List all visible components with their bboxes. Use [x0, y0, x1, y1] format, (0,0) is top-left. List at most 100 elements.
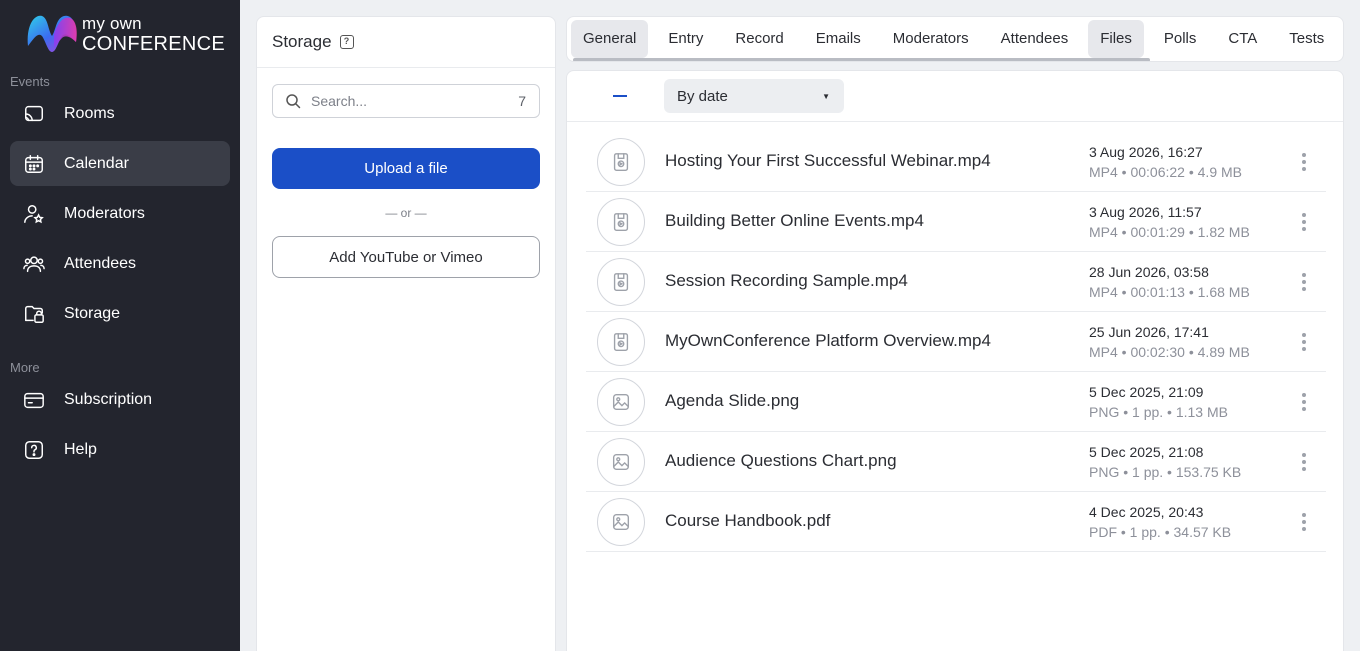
sidebar-item-label: Help — [64, 440, 97, 458]
file-row[interactable]: Agenda Slide.png 5 Dec 2025, 21:09 PNG • 1… — [586, 372, 1326, 432]
sidebar-item-label: Attendees — [64, 254, 137, 272]
file-date: 28 Jun 2026, 03:58 — [1089, 264, 1209, 280]
image-file-icon — [597, 378, 645, 426]
sidebar-item-subscription[interactable]: Subscription — [10, 377, 230, 422]
brand-line1: my own — [82, 14, 142, 33]
file-row[interactable]: Hosting Your First Successful Webinar.mp… — [586, 132, 1326, 192]
file-date: 25 Jun 2026, 17:41 — [1089, 324, 1209, 340]
tab-general[interactable]: General — [571, 20, 649, 58]
section-label-events: Events — [10, 74, 50, 89]
settings-tabs: General Entry Record Emails Moderators A… — [566, 16, 1344, 62]
storage-title: Storage — [272, 32, 332, 51]
file-row[interactable]: Session Recording Sample.mp4 28 Jun 2026,… — [586, 252, 1326, 312]
sidebar-item-storage[interactable]: Storage — [10, 291, 230, 336]
storage-panel: Storage ? 7 Upload a file — or — Add You… — [256, 16, 556, 651]
more-options-icon[interactable] — [1294, 150, 1314, 174]
file-row[interactable]: Audience Questions Chart.png 5 Dec 2025, … — [586, 432, 1326, 492]
image-file-icon — [597, 498, 645, 546]
sidebar-item-calendar[interactable]: Calendar — [10, 141, 230, 186]
search-icon — [286, 94, 301, 109]
image-file-icon — [597, 438, 645, 486]
video-file-icon — [597, 318, 645, 366]
file-meta: PDF • 1 pp. • 34.57 KB — [1089, 524, 1232, 540]
file-name: Audience Questions Chart.png — [665, 451, 897, 470]
sidebar-item-rooms[interactable]: Rooms — [10, 91, 230, 136]
help-icon[interactable]: ? — [339, 35, 354, 49]
more-options-icon[interactable] — [1294, 270, 1314, 294]
video-file-icon — [597, 258, 645, 306]
tab-files[interactable]: Files — [1088, 20, 1144, 58]
tab-attendees[interactable]: Attendees — [989, 20, 1081, 58]
tabs-row: General Entry Record Emails Moderators A… — [571, 20, 1343, 58]
search-field[interactable]: 7 — [272, 84, 540, 118]
calendar-icon — [22, 152, 46, 176]
tab-tests[interactable]: Tests — [1277, 20, 1336, 58]
search-input[interactable] — [311, 93, 501, 109]
file-meta: MP4 • 00:06:22 • 4.9 MB — [1089, 164, 1242, 180]
file-meta: PNG • 1 pp. • 153.75 KB — [1089, 464, 1242, 480]
brand-logo-mark — [27, 15, 77, 53]
file-meta: PNG • 1 pp. • 1.13 MB — [1089, 404, 1228, 420]
more-options-icon[interactable] — [1294, 330, 1314, 354]
file-list: Hosting Your First Successful Webinar.mp… — [586, 132, 1326, 552]
more-options-icon[interactable] — [1294, 510, 1314, 534]
tabs-scrollbar[interactable] — [573, 58, 1150, 61]
file-row[interactable]: MyOwnConference Platform Overview.mp4 25 … — [586, 312, 1326, 372]
sidebar-item-help[interactable]: Help — [10, 427, 230, 472]
sidebar-item-label: Subscription — [64, 390, 153, 408]
tab-polls[interactable]: Polls — [1152, 20, 1209, 58]
video-file-icon — [597, 198, 645, 246]
file-row[interactable]: Course Handbook.pdf 4 Dec 2025, 20:43 PDF … — [586, 492, 1326, 552]
file-date: 3 Aug 2026, 11:57 — [1089, 204, 1202, 220]
sidebar-item-attendees[interactable]: Attendees — [10, 241, 230, 286]
sort-select[interactable]: By date ▼ — [664, 79, 844, 113]
tab-entry[interactable]: Entry — [656, 20, 715, 58]
sort-value: By date — [677, 87, 728, 105]
more-options-icon[interactable] — [1294, 210, 1314, 234]
more-options-icon[interactable] — [1294, 450, 1314, 474]
chevron-down-icon: ▼ — [822, 91, 830, 101]
brand-line2: CONFERENCE — [82, 33, 226, 55]
tab-record[interactable]: Record — [723, 20, 795, 58]
tab-emails[interactable]: Emails — [804, 20, 873, 58]
section-label-more: More — [10, 360, 40, 375]
sidebar: my own CONFERENCE Events Rooms Calendar … — [0, 0, 240, 651]
file-name: Session Recording Sample.mp4 — [665, 271, 908, 290]
file-count: 7 — [518, 93, 526, 109]
upload-file-button[interactable]: Upload a file — [272, 148, 540, 189]
sidebar-item-moderators[interactable]: Moderators — [10, 191, 230, 236]
cast-icon — [22, 102, 46, 126]
file-name: MyOwnConference Platform Overview.mp4 — [665, 331, 991, 350]
file-name: Hosting Your First Successful Webinar.mp… — [665, 151, 991, 170]
folder-icon — [22, 302, 46, 326]
file-date: 5 Dec 2025, 21:09 — [1089, 384, 1204, 400]
file-meta: MP4 • 00:02:30 • 4.89 MB — [1089, 344, 1250, 360]
collapse-minus-icon[interactable] — [613, 95, 627, 97]
file-meta: MP4 • 00:01:29 • 1.82 MB — [1089, 224, 1250, 240]
sidebar-item-label: Moderators — [64, 204, 145, 222]
file-row[interactable]: Building Better Online Events.mp4 3 Aug 2… — [586, 192, 1326, 252]
or-divider: — or — — [385, 206, 427, 220]
file-date: 5 Dec 2025, 21:08 — [1089, 444, 1204, 460]
storage-header: Storage ? — [257, 17, 555, 68]
file-name: Building Better Online Events.mp4 — [665, 211, 924, 230]
question-icon — [22, 438, 46, 462]
user-star-icon — [22, 202, 46, 226]
sidebar-item-label: Calendar — [64, 154, 129, 172]
tab-cta[interactable]: CTA — [1216, 20, 1269, 58]
more-options-icon[interactable] — [1294, 390, 1314, 414]
files-panel: By date ▼ Hosting Your First Successful … — [566, 70, 1344, 651]
video-file-icon — [597, 138, 645, 186]
users-icon — [22, 252, 46, 276]
brand-logo[interactable]: my own CONFERENCE — [26, 12, 226, 56]
add-youtube-vimeo-button[interactable]: Add YouTube or Vimeo — [272, 236, 540, 278]
wallet-icon — [22, 388, 46, 412]
sidebar-item-label: Rooms — [64, 104, 115, 122]
files-toolbar: By date ▼ — [567, 71, 1343, 122]
file-date: 4 Dec 2025, 20:43 — [1089, 504, 1204, 520]
file-name: Course Handbook.pdf — [665, 511, 831, 530]
sidebar-item-label: Storage — [64, 304, 121, 322]
brand-wordmark: my own CONFERENCE — [82, 14, 225, 54]
file-date: 3 Aug 2026, 16:27 — [1089, 144, 1203, 160]
tab-moderators[interactable]: Moderators — [881, 20, 981, 58]
